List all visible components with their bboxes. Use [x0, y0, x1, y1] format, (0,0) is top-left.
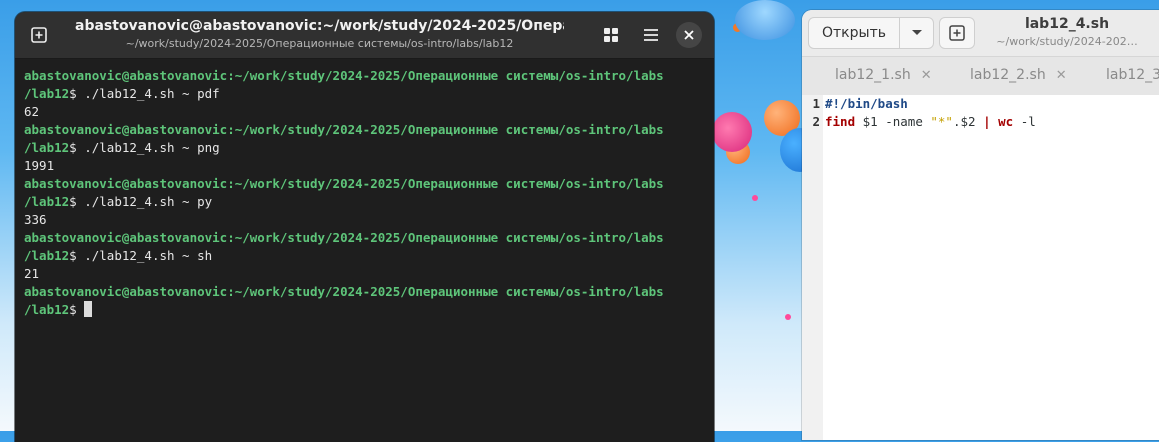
command-text: ./lab12_4.sh ~ sh: [76, 248, 213, 263]
text-editor-window[interactable]: Открыть lab12_4.sh ~/work/study/2024-202…: [802, 10, 1159, 440]
prompt-path: :~/work/study/2024-2025/Операционные сис…: [227, 68, 664, 83]
line-number: 2: [812, 114, 820, 129]
args-token: $1 -name: [855, 114, 931, 129]
command-line: /lab12$: [24, 301, 714, 319]
command-line: /lab12$ ./lab12_4.sh ~ pdf: [24, 85, 714, 103]
prompt-host: abastovanovic@abastovanovic: [24, 230, 228, 245]
terminal-window[interactable]: abastovanovic@abastovanovic:~/work/study…: [15, 12, 714, 442]
tab-label: lab12_3.: [1106, 67, 1159, 83]
prompt-path: /lab12: [24, 86, 70, 101]
command-line: /lab12$ ./lab12_4.sh ~ png: [24, 139, 714, 157]
terminal-title-block: abastovanovic@abastovanovic:~/work/study…: [75, 18, 564, 50]
editor-title: lab12_4.sh: [1024, 16, 1110, 32]
output-line: 336: [24, 212, 47, 227]
open-button[interactable]: Открыть: [809, 18, 900, 48]
pipe-token: |: [983, 114, 991, 129]
prompt-path: :~/work/study/2024-2025/Операционные сис…: [227, 284, 664, 299]
chevron-down-icon: [911, 30, 922, 35]
shebang-token: #!/bin/bash: [825, 96, 908, 111]
prompt-path: :~/work/study/2024-2025/Операционные сис…: [227, 122, 664, 137]
prompt-path: /lab12: [24, 140, 70, 155]
prompt-host: abastovanovic@abastovanovic: [24, 176, 228, 191]
close-icon: [684, 30, 694, 40]
prompt-symbol: $: [69, 194, 77, 209]
editor-tab-bar: lab12_1.sh ✕ lab12_2.sh ✕ lab12_3.: [802, 57, 1159, 96]
terminal-headerbar: abastovanovic@abastovanovic:~/work/study…: [15, 12, 714, 59]
code-line-1: #!/bin/bash: [825, 96, 908, 111]
output-line: 62: [24, 104, 40, 119]
prompt-symbol: $: [69, 140, 77, 155]
prompt-path: /lab12: [24, 302, 70, 317]
args-token: .$2: [952, 114, 984, 129]
tab-lab12-1[interactable]: lab12_1.sh ✕: [835, 67, 932, 83]
grid-icon: [604, 28, 618, 42]
string-token: "*": [930, 114, 953, 129]
wallpaper-bubble: [785, 314, 791, 320]
prompt-symbol: $: [69, 302, 77, 317]
hamburger-icon: [644, 29, 658, 41]
close-tab-icon[interactable]: ✕: [921, 68, 932, 83]
command-line: /lab12$ ./lab12_4.sh ~ py: [24, 193, 714, 211]
find-token: find: [825, 114, 856, 129]
code-area[interactable]: 1 2 #!/bin/bash find $1 -name "*".$2 | w…: [802, 95, 1159, 440]
prompt-line: abastovanovic@abastovanovic:~/work/study…: [24, 175, 714, 193]
output-line: 21: [24, 266, 40, 281]
tab-lab12-2[interactable]: lab12_2.sh ✕: [970, 67, 1067, 83]
open-dropdown-button[interactable]: [900, 18, 933, 48]
args-token: -l: [1013, 114, 1036, 129]
line-number-gutter: [802, 95, 823, 440]
terminal-output[interactable]: abastovanovic@abastovanovic:~/work/study…: [15, 59, 714, 319]
text-cursor: [84, 301, 93, 317]
prompt-host: abastovanovic@abastovanovic: [24, 284, 228, 299]
output-line: 1991: [24, 158, 55, 173]
prompt-line: abastovanovic@abastovanovic:~/work/study…: [24, 283, 714, 301]
prompt-symbol: $: [69, 248, 77, 263]
tab-lab12-3[interactable]: lab12_3.: [1106, 67, 1159, 83]
command-text: ./lab12_4.sh ~ py: [76, 194, 213, 209]
command-line: /lab12$ ./lab12_4.sh ~ sh: [24, 247, 714, 265]
terminal-title: abastovanovic@abastovanovic:~/work/study…: [75, 18, 564, 34]
prompt-host: abastovanovic@abastovanovic: [24, 68, 228, 83]
command-text: ./lab12_4.sh ~ pdf: [76, 86, 220, 101]
menu-button[interactable]: [636, 20, 666, 50]
prompt-line: abastovanovic@abastovanovic:~/work/study…: [24, 229, 714, 247]
code-line-2: find $1 -name "*".$2 | wc -l: [825, 114, 1036, 129]
tab-label: lab12_1.sh: [835, 67, 911, 83]
prompt-symbol: $: [69, 86, 77, 101]
plus-box-icon: [31, 27, 47, 43]
wallpaper-bubble: [752, 195, 758, 201]
new-tab-button[interactable]: [24, 20, 54, 50]
editor-title-block: lab12_4.sh ~/work/study/2024-202…: [982, 16, 1152, 48]
new-document-button[interactable]: [939, 17, 975, 49]
close-tab-icon[interactable]: ✕: [1056, 68, 1067, 83]
plus-box-icon: [949, 25, 965, 41]
wc-token: wc: [990, 114, 1014, 129]
terminal-subtitle: ~/work/study/2024-2025/Операционные сист…: [125, 37, 514, 50]
wallpaper-bubble: [712, 112, 752, 152]
prompt-path: /lab12: [24, 194, 70, 209]
wallpaper-bubble: [735, 0, 795, 40]
prompt-path: :~/work/study/2024-2025/Операционные сис…: [227, 230, 664, 245]
prompt-line: abastovanovic@abastovanovic:~/work/study…: [24, 121, 714, 139]
prompt-line: abastovanovic@abastovanovic:~/work/study…: [24, 67, 714, 85]
tab-label: lab12_2.sh: [970, 67, 1046, 83]
prompt-path: /lab12: [24, 248, 70, 263]
open-button-group[interactable]: Открыть: [808, 17, 934, 49]
line-number: 1: [812, 96, 820, 111]
tab-overview-button[interactable]: [596, 20, 626, 50]
prompt-host: abastovanovic@abastovanovic: [24, 122, 228, 137]
editor-subtitle: ~/work/study/2024-202…: [996, 35, 1138, 48]
editor-headerbar: Открыть lab12_4.sh ~/work/study/2024-202…: [802, 10, 1159, 57]
close-button[interactable]: [676, 22, 702, 48]
prompt-path: :~/work/study/2024-2025/Операционные сис…: [227, 176, 664, 191]
command-text: ./lab12_4.sh ~ png: [76, 140, 220, 155]
